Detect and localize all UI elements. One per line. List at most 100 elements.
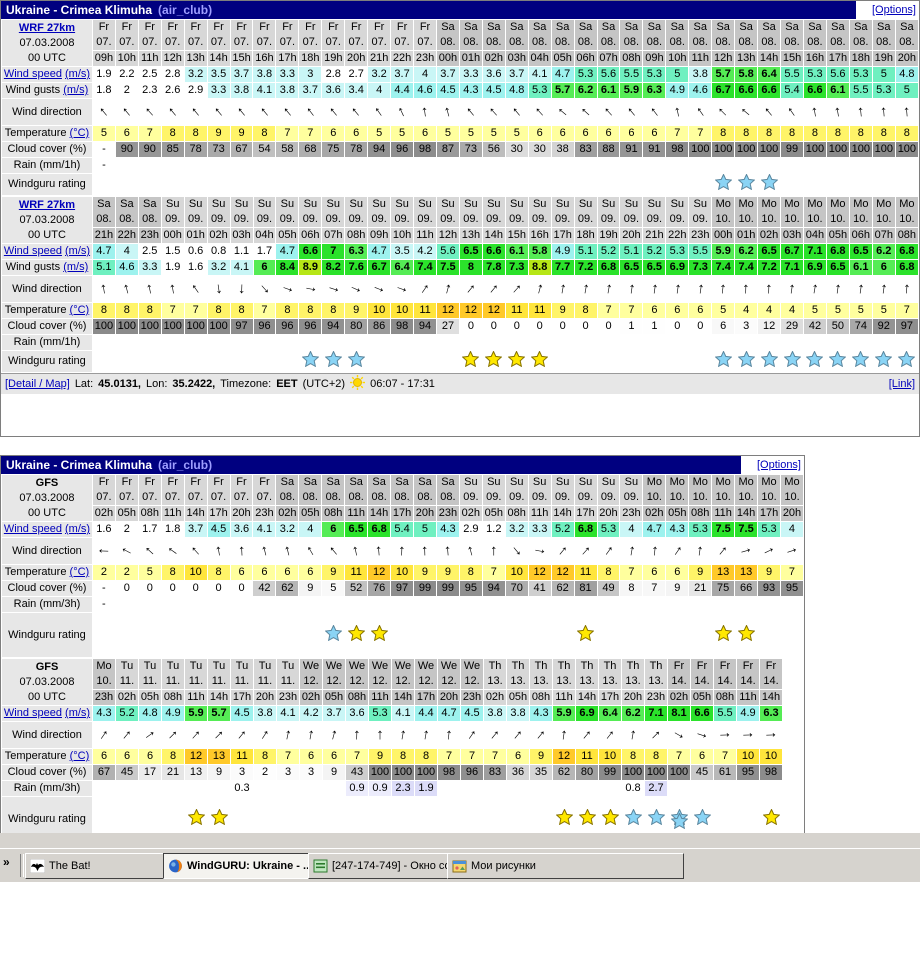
temperature-cell: 7 — [138, 126, 161, 142]
wind-direction-arrow-icon: ↑ — [253, 100, 275, 125]
rating-cell — [92, 351, 115, 373]
rating-cell — [92, 613, 115, 658]
taskbar-button-4[interactable]: Мои рисунки — [447, 853, 684, 879]
cloud-cover-cell: 100 — [668, 765, 691, 781]
rain-cell — [781, 335, 804, 351]
wind-direction-cell: ↑ — [758, 538, 781, 565]
rain-cell — [138, 158, 161, 174]
wind-direction-arrow-icon: ↑ — [276, 281, 299, 297]
rain-cell — [528, 158, 551, 174]
temperature-cell: 11 — [528, 303, 551, 319]
day-cell: Su09. — [528, 197, 551, 228]
hour-cell: 05h — [299, 506, 322, 522]
model-link[interactable]: WRF 27km — [19, 199, 75, 211]
row-label: Wind gusts (m/s) — [2, 83, 93, 99]
air-club-link[interactable]: (air_club) — [158, 458, 212, 472]
pictures-icon — [452, 859, 467, 873]
model-cell: WRF 27km07.03.200800 UTC — [2, 197, 93, 244]
row-label: Wind speed (m/s) — [2, 706, 93, 722]
cloud-cover-cell: 0 — [551, 319, 574, 335]
rain-cell — [184, 597, 207, 613]
day-cell: Fr07. — [253, 20, 276, 51]
wind-speed-cell: 5.3 — [803, 67, 826, 83]
wind-direction-cell: ↑ — [230, 99, 253, 126]
temperature-cell: 7 — [299, 126, 322, 142]
wind-gust-cell: 3.4 — [345, 83, 368, 99]
temperature-cell: 8 — [162, 749, 185, 765]
rating-cell — [712, 351, 735, 373]
day-cell: Fr07. — [92, 475, 115, 506]
wind-speed-cell: 3 — [299, 67, 322, 83]
wrf-footer: [Detail / Map] Lat: 45.0131, Lon: 35.242… — [1, 373, 919, 394]
options-link[interactable]: [Options] — [757, 459, 801, 471]
wind-direction-arrow-icon: ↑ — [369, 99, 390, 125]
taskbar-button-2[interactable]: WindGURU: Ukraine - ... — [163, 853, 315, 879]
taskbar-button-1[interactable]: The Bat! — [25, 853, 170, 879]
gold-star-icon — [188, 809, 205, 825]
taskbar-button-3[interactable]: [247-174-749] - Окно со... — [308, 853, 454, 879]
temperature-cell: 8 — [895, 126, 918, 142]
rain-cell — [253, 597, 276, 613]
hour-cell: 19h — [872, 51, 895, 67]
hour-cell: 03h — [505, 51, 528, 67]
wind-direction-cell: ↑ — [574, 99, 597, 126]
temperature-cell: 5 — [436, 126, 459, 142]
row-label: Rain (mm/3h) — [2, 781, 93, 797]
wind-speed-cell: 5.3 — [849, 67, 872, 83]
rain-cell — [161, 158, 184, 174]
rating-cell — [414, 174, 437, 196]
cloud-cover-cell: 6 — [712, 319, 735, 335]
quick-launch-chevron-button[interactable]: » — [3, 855, 19, 875]
rain-cell — [482, 158, 505, 174]
detail-map-link[interactable]: [Detail / Map] — [5, 378, 70, 390]
link-link[interactable]: [Link] — [889, 378, 915, 390]
temperature-cell: 10 — [184, 565, 207, 581]
blue-star-icon — [852, 351, 869, 367]
day-cell: Sa08. — [299, 475, 322, 506]
hour-cell: 08h — [714, 690, 737, 706]
wind-speed-cell: 6.2 — [872, 244, 895, 260]
model-link[interactable]: WRF 27km — [19, 22, 75, 34]
wind-direction-cell: ↑ — [207, 99, 230, 126]
wind-gust-cell: 4 — [368, 83, 391, 99]
day-cell: Su09. — [368, 197, 391, 228]
wind-gust-cell: 4.6 — [414, 83, 437, 99]
rain-cell — [803, 158, 826, 174]
temperature-cell: 8 — [803, 126, 826, 142]
cloud-cover-cell: 68 — [299, 142, 322, 158]
wind-direction-cell: ↑ — [803, 99, 826, 126]
day-cell: Su09. — [414, 197, 437, 228]
cloud-cover-cell: 97 — [230, 319, 253, 335]
rating-cell — [505, 174, 528, 196]
row-label: Wind gusts (m/s) — [2, 260, 93, 276]
day-cell: Mo10. — [758, 197, 781, 228]
options-link[interactable]: [Options] — [872, 4, 916, 16]
cloud-cover-cell: 75 — [322, 142, 345, 158]
cloud-cover-cell: 54 — [253, 142, 276, 158]
day-cell: Sa08. — [459, 20, 482, 51]
wind-direction-arrow-icon: ↑ — [809, 276, 821, 303]
wind-direction-cell: ↑ — [849, 276, 872, 303]
wind-direction-cell: ↑ — [507, 722, 530, 749]
wind-speed-cell: 6.3 — [760, 706, 783, 722]
wind-direction-arrow-icon: ↑ — [879, 99, 889, 126]
wind-speed-cell: 4.3 — [530, 706, 553, 722]
cloud-cover-cell: 0 — [230, 581, 253, 597]
rating-cell — [115, 613, 138, 658]
day-cell: Th13. — [530, 659, 553, 690]
rating-cell — [276, 351, 299, 373]
cloud-cover-cell: 0 — [161, 581, 184, 597]
cloud-cover-cell: 0 — [138, 581, 161, 597]
rain-cell: 0.3 — [231, 781, 254, 797]
day-cell: Sa08. — [666, 20, 689, 51]
hour-cell: 16h — [528, 228, 551, 244]
air-club-link[interactable]: (air_club) — [158, 3, 212, 17]
wind-direction-arrow-icon: ↑ — [444, 722, 454, 749]
temperature-cell: 7 — [714, 749, 737, 765]
row-label: Temperature (°C) — [2, 303, 93, 319]
hour-cell: 07h — [597, 51, 620, 67]
day-cell: Mo10. — [803, 197, 826, 228]
rain-cell — [162, 781, 185, 797]
rain-cell — [116, 781, 139, 797]
wind-direction-arrow-icon: ↑ — [322, 539, 344, 564]
